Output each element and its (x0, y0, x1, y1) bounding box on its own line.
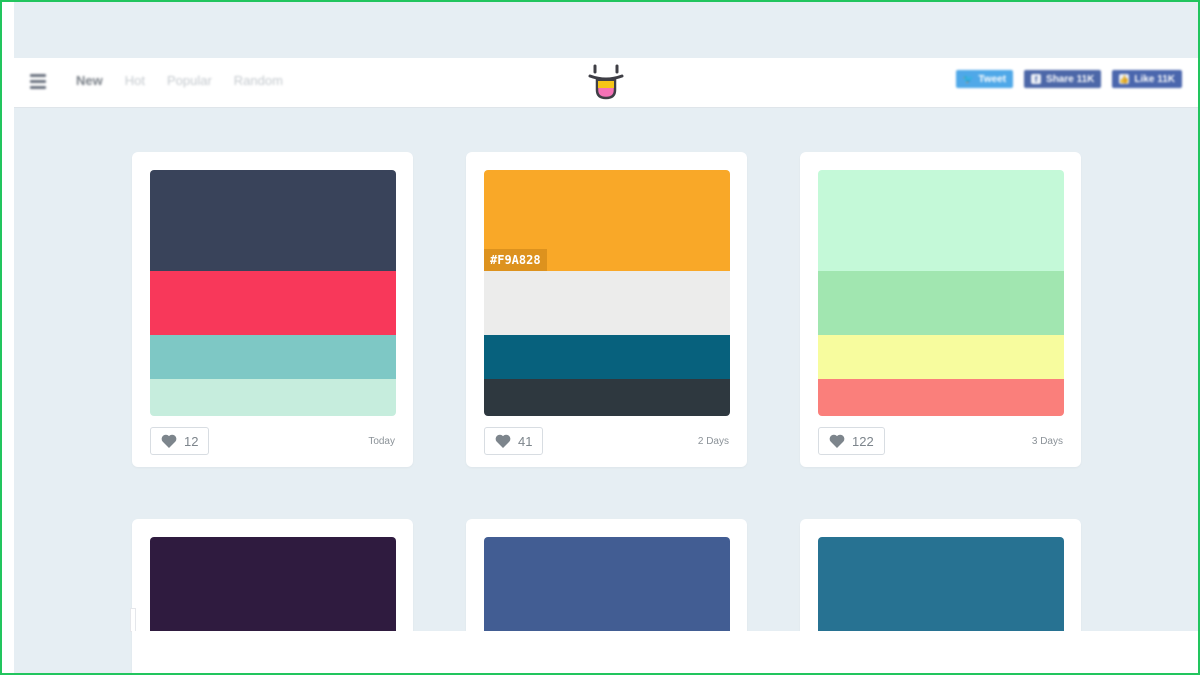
like-count: 12 (184, 433, 199, 449)
hamburger-icon[interactable] (30, 74, 46, 89)
like-label: Like 11K (1134, 73, 1175, 85)
like-button[interactable]: 12 (150, 427, 210, 455)
color-palette[interactable] (150, 537, 396, 637)
bottom-overlay-panel (132, 631, 1200, 675)
hex-code-label[interactable]: #F9A828 (484, 249, 547, 271)
color-swatch[interactable] (484, 335, 730, 379)
color-swatch[interactable]: #F9A828 (484, 170, 730, 271)
facebook-share-button[interactable]: f Share 11K (1024, 70, 1102, 88)
tweet-button[interactable]: 🐦 Tweet (956, 70, 1014, 88)
color-swatch[interactable] (818, 379, 1064, 416)
color-swatch[interactable] (818, 271, 1064, 335)
color-swatch[interactable] (150, 379, 396, 416)
color-swatch[interactable] (150, 170, 396, 271)
thumbs-up-icon: 👍 (1119, 74, 1130, 84)
facebook-like-button[interactable]: 👍 Like 11K (1112, 70, 1182, 88)
color-swatch[interactable] (484, 379, 730, 416)
date-label: 2 Days (697, 436, 729, 447)
palette-card: #F9A828 41 2 Days (466, 152, 747, 467)
share-label: Share 11K (1046, 73, 1095, 85)
main-nav: New Hot Popular Random (76, 73, 283, 88)
color-palette[interactable] (818, 537, 1064, 637)
like-count: 41 (518, 433, 533, 449)
palette-card: 12 Today (132, 152, 413, 467)
tweet-label: Tweet (978, 73, 1007, 85)
like-count: 122 (852, 433, 874, 449)
social-buttons: 🐦 Tweet f Share 11K 👍 Like 11K (956, 70, 1182, 88)
like-button[interactable]: 122 (818, 427, 885, 455)
heart-icon (161, 434, 177, 448)
overlay-edge (130, 608, 136, 632)
color-swatch[interactable] (150, 335, 396, 379)
color-palette[interactable] (150, 170, 396, 416)
date-label: Today (368, 436, 395, 447)
color-swatch[interactable] (818, 170, 1064, 271)
nav-item-hot[interactable]: Hot (125, 73, 145, 88)
palette-card: 122 3 Days (800, 152, 1081, 467)
color-swatch[interactable] (484, 537, 730, 637)
nav-item-new[interactable]: New (76, 73, 103, 88)
color-swatch[interactable] (150, 537, 396, 637)
nav-item-popular[interactable]: Popular (167, 73, 212, 88)
nav-item-random[interactable]: Random (234, 73, 283, 88)
color-swatch[interactable] (818, 537, 1064, 637)
heart-icon (495, 434, 511, 448)
twitter-bird-icon: 🐦 (962, 73, 975, 84)
color-swatch[interactable] (150, 271, 396, 335)
color-palette[interactable] (484, 537, 730, 637)
color-swatch[interactable] (484, 271, 730, 335)
color-palette[interactable] (818, 170, 1064, 416)
heart-icon (829, 434, 845, 448)
color-palette[interactable]: #F9A828 (484, 170, 730, 416)
like-button[interactable]: 41 (484, 427, 544, 455)
smiley-logo-icon[interactable] (588, 63, 624, 101)
color-swatch[interactable] (818, 335, 1064, 379)
site-header: New Hot Popular Random 🐦 Tweet f Share 1… (14, 58, 1200, 108)
facebook-icon: f (1031, 74, 1042, 84)
date-label: 3 Days (1031, 436, 1063, 447)
